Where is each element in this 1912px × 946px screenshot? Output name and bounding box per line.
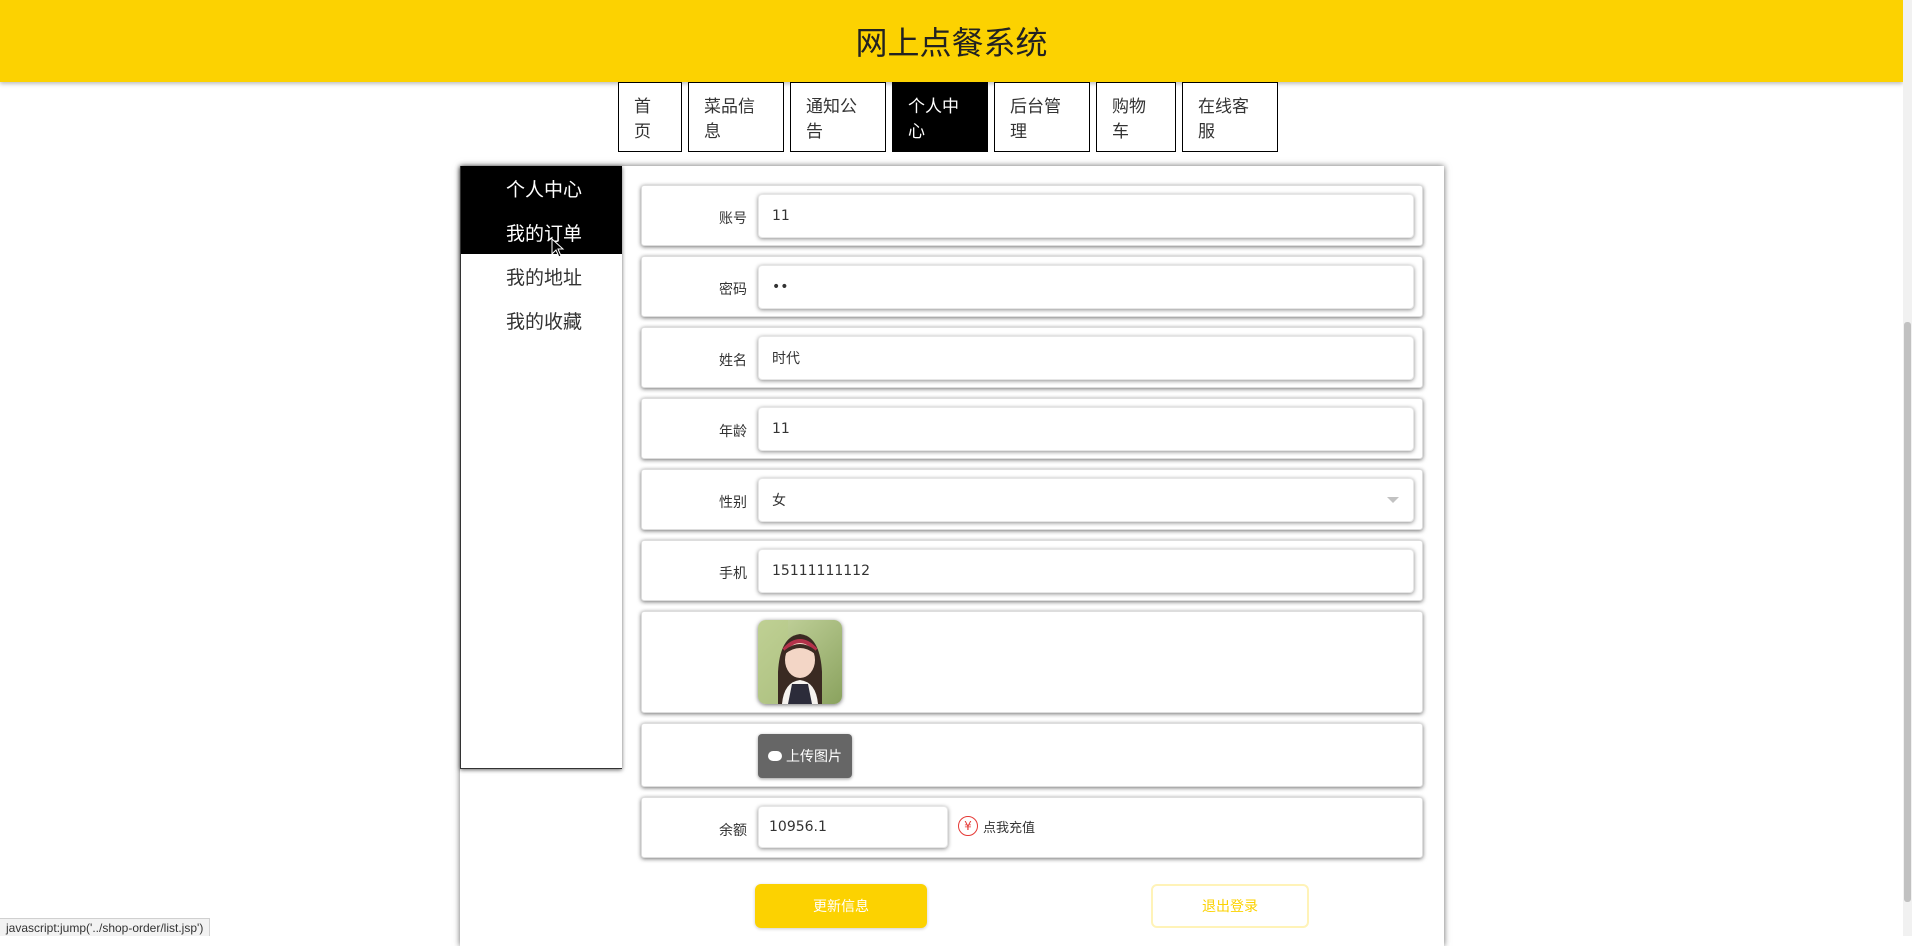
scrollbar-thumb[interactable] bbox=[1904, 322, 1911, 902]
sidebar-item-personal-center[interactable]: 个人中心 bbox=[461, 166, 622, 210]
balance-input[interactable]: 10956.1 bbox=[758, 806, 948, 848]
name-input[interactable]: 时代 bbox=[758, 336, 1414, 380]
age-input[interactable]: 11 bbox=[758, 407, 1414, 451]
form-row-upload: 上传图片 bbox=[641, 723, 1423, 787]
form-row-balance: 余额 10956.1 ¥ 点我充值 bbox=[641, 797, 1423, 858]
account-input[interactable]: 11 bbox=[758, 194, 1414, 238]
gender-select[interactable]: 女 bbox=[758, 478, 1414, 522]
nav-dishes[interactable]: 菜品信息 bbox=[688, 82, 784, 152]
nav-notices[interactable]: 通知公告 bbox=[790, 82, 886, 152]
recharge-label: 点我充值 bbox=[983, 820, 1036, 836]
password-label: 密码 bbox=[719, 282, 747, 298]
form-row-password: 密码 •• bbox=[641, 256, 1423, 317]
balance-label: 余额 bbox=[719, 823, 747, 839]
profile-form: 账号 11 密码 •• 姓名 时代 年龄 11 性别 女 手机 15111111… bbox=[641, 185, 1423, 868]
sidebar-item-my-orders[interactable]: 我的订单 bbox=[461, 210, 622, 254]
cloud-upload-icon bbox=[768, 751, 782, 761]
nav-cart[interactable]: 购物车 bbox=[1096, 82, 1176, 152]
form-row-age: 年龄 11 bbox=[641, 398, 1423, 459]
mouse-cursor-icon bbox=[551, 238, 565, 258]
logout-button[interactable]: 退出登录 bbox=[1151, 884, 1309, 928]
site-title: 网上点餐系统 bbox=[855, 24, 1048, 62]
sidebar-item-my-favorites[interactable]: 我的收藏 bbox=[461, 298, 622, 342]
main-nav: 首页 菜品信息 通知公告 个人中心 后台管理 购物车 在线客服 bbox=[618, 82, 1278, 152]
nav-home[interactable]: 首页 bbox=[618, 82, 682, 152]
avatar-image bbox=[758, 620, 842, 704]
sidebar: 个人中心 我的订单 我的地址 我的收藏 bbox=[460, 166, 622, 769]
upload-button-label: 上传图片 bbox=[786, 749, 842, 765]
nav-admin[interactable]: 后台管理 bbox=[994, 82, 1090, 152]
form-row-phone: 手机 15111111112 bbox=[641, 540, 1423, 601]
page-scrollbar[interactable] bbox=[1903, 0, 1912, 936]
nav-personal-center[interactable]: 个人中心 bbox=[892, 82, 988, 152]
phone-label: 手机 bbox=[719, 566, 747, 582]
password-input[interactable]: •• bbox=[758, 265, 1414, 309]
recharge-link[interactable]: ¥ 点我充值 bbox=[958, 816, 1035, 836]
sidebar-item-my-address[interactable]: 我的地址 bbox=[461, 254, 622, 298]
gender-value: 女 bbox=[772, 493, 786, 509]
status-bar: javascript:jump('../shop-order/list.jsp'… bbox=[0, 918, 211, 936]
form-row-account: 账号 11 bbox=[641, 185, 1423, 246]
name-label: 姓名 bbox=[719, 353, 747, 369]
form-row-name: 姓名 时代 bbox=[641, 327, 1423, 388]
yen-icon: ¥ bbox=[958, 816, 978, 836]
site-header: 网上点餐系统 bbox=[0, 0, 1903, 82]
form-row-avatar bbox=[641, 611, 1423, 713]
nav-customer-service[interactable]: 在线客服 bbox=[1182, 82, 1278, 152]
upload-image-button[interactable]: 上传图片 bbox=[758, 734, 852, 778]
chevron-down-icon bbox=[1387, 497, 1399, 503]
gender-label: 性别 bbox=[719, 495, 747, 511]
account-label: 账号 bbox=[719, 211, 747, 227]
update-info-button[interactable]: 更新信息 bbox=[755, 884, 927, 928]
phone-input[interactable]: 15111111112 bbox=[758, 549, 1414, 593]
age-label: 年龄 bbox=[719, 424, 747, 440]
form-row-gender: 性别 女 bbox=[641, 469, 1423, 530]
